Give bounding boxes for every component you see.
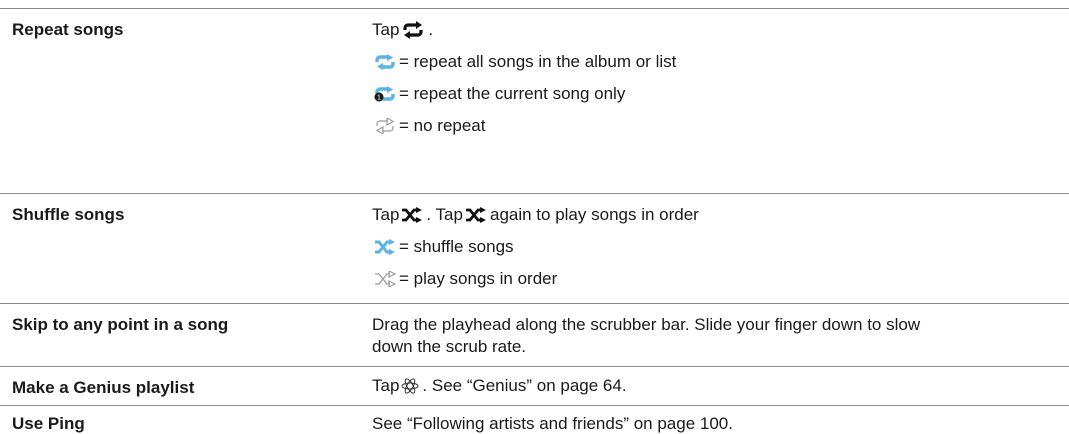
table-rule [0,8,1069,9]
instruction-text: = repeat the current song only [399,84,626,103]
instruction-text: again to play songs in order [489,205,699,224]
instruction-text: See “Following artists and friends” on p… [372,414,733,433]
action-label: Make a Genius playlist [12,378,195,397]
instruction-line: Drag the playhead along the scrubber bar… [372,315,920,335]
instruction-line: Tap . [372,20,433,40]
table-rule [0,405,1069,406]
instruction-line: 1 = repeat the current song only [372,84,625,104]
instruction-text: = shuffle songs [399,237,514,256]
instruction-text: = play songs in order [399,269,558,288]
music-controls-table: Repeat songs Tap . = repeat all songs in… [0,0,1069,433]
instruction-text: . See “Genius” on page 64. [422,376,627,395]
genius-icon [401,377,419,395]
shuffle-icon [401,207,423,223]
action-label: Shuffle songs [12,205,125,224]
instruction-text: Tap [372,205,400,224]
instruction-text: . [428,20,434,39]
instruction-line: down the scrub rate. [372,337,526,357]
instruction-line: = no repeat [372,116,486,136]
svg-text:1: 1 [377,95,381,102]
instruction-text: Tap [372,20,400,39]
repeat-icon [401,21,425,39]
repeat-one-blue-icon: 1 [374,86,396,102]
instruction-text: down the scrub rate. [372,337,527,356]
table-rule [0,366,1069,367]
instruction-text: Tap [372,376,400,395]
instruction-text: = no repeat [399,116,486,135]
instruction-line: Tap . See “Genius” on page 64. [372,376,627,396]
shuffle-on-blue-icon [374,239,396,255]
shuffle-off-outline-icon [374,271,396,287]
repeat-off-outline-icon [374,118,396,134]
action-label: Skip to any point in a song [12,315,229,334]
shuffle-icon [465,207,487,223]
instruction-line: See “Following artists and friends” on p… [372,414,733,434]
instruction-text: Drag the playhead along the scrubber bar… [372,315,921,334]
instruction-line: = repeat all songs in the album or list [372,52,676,72]
instruction-line: = play songs in order [372,269,557,289]
action-label: Use Ping [12,414,85,433]
table-rule [0,303,1069,304]
instruction-line: = shuffle songs [372,237,514,257]
instruction-text: = repeat all songs in the album or list [399,52,677,71]
action-label: Repeat songs [12,20,124,39]
instruction-line: Tap . Tap again to play songs in order [372,205,699,225]
table-rule [0,193,1069,194]
repeat-all-blue-icon [374,54,396,70]
instruction-text: . Tap [426,205,463,224]
